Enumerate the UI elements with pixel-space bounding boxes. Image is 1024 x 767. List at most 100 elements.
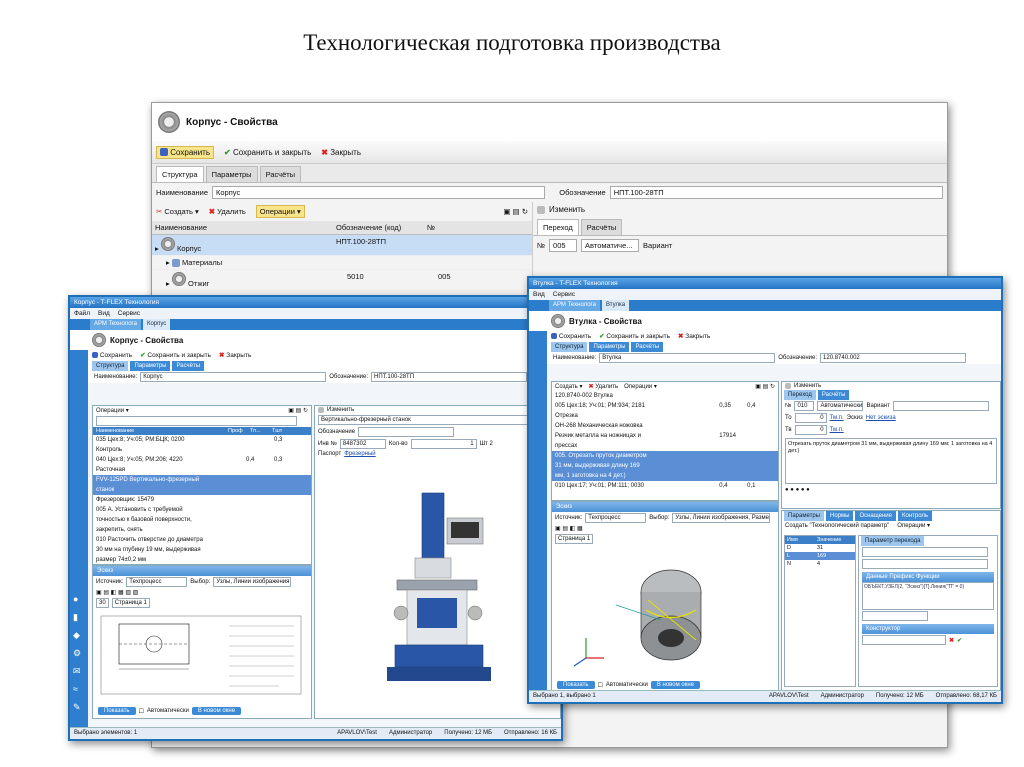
table-row[interactable]: L 169 [785, 552, 855, 560]
tree-row[interactable]: ОН-268 Механическая ножовка [552, 421, 778, 431]
constructor-field[interactable] [862, 635, 946, 645]
close-button[interactable]: ✖ Закрыть [678, 331, 710, 342]
show-button[interactable]: Показать [557, 681, 595, 689]
auto-checkbox[interactable]: ☐ [139, 708, 144, 715]
auto-checkbox[interactable]: ☐ [598, 682, 603, 689]
designation-field[interactable]: НПТ.100-28ТП [609, 186, 943, 199]
tab-control[interactable]: Контроль [897, 511, 933, 521]
formula-field[interactable]: ОБЪЕКТ.УЗЕЛ(2, "Эскиз")[T].Линия("П" = 0… [862, 582, 994, 610]
menu-file[interactable]: Файл [74, 308, 90, 319]
filter-field[interactable] [96, 416, 297, 426]
tab-params[interactable]: Параметры [784, 511, 824, 521]
change-button[interactable]: Изменить [315, 406, 560, 414]
delete-button[interactable]: ✖ Удалить [209, 207, 246, 216]
tool-icons[interactable]: ● ▮ ◆ ⚙ ✉ ≈ ✎ [73, 590, 81, 716]
operations-button[interactable]: Операции ▾ [255, 205, 305, 218]
tool-icons[interactable]: ▣ ▤ ↻ [503, 207, 528, 216]
tab-step-param[interactable]: Параметр перехода [861, 536, 925, 546]
format-toolbar[interactable]: ● ● ● ● ● [782, 486, 1000, 494]
name-field[interactable]: Корпус [212, 186, 546, 199]
save-button[interactable]: Сохранить [551, 331, 591, 342]
mode-select[interactable]: Автоматически [817, 401, 864, 411]
tab-step-calc[interactable]: Расчёты [580, 219, 623, 235]
create-button[interactable]: ✂ Создать ▾ [156, 207, 199, 216]
tab-structure[interactable]: Структура [92, 361, 129, 371]
tree-row[interactable]: 005 А. Установить с требуемой [93, 505, 311, 515]
tree-row[interactable]: 005. Отрезать пруток диаметром [552, 451, 778, 461]
tab-document[interactable]: Корпус [142, 319, 171, 330]
tab-parameters[interactable]: Параметры [205, 166, 258, 182]
variant-field[interactable] [892, 401, 989, 411]
formula-input[interactable] [862, 611, 928, 621]
name-field[interactable]: Корпус [140, 372, 327, 382]
name-field[interactable]: Втулка [599, 353, 776, 363]
to-field[interactable]: 0 [794, 413, 827, 423]
param-value-field[interactable] [862, 559, 988, 569]
menu-view[interactable]: Вид [533, 289, 545, 300]
tv-field[interactable]: 0 [794, 425, 827, 435]
tab-calculations[interactable]: Расчёты [631, 342, 664, 352]
tree-row[interactable]: Резчик металла на ножницах и 17914 [552, 431, 778, 441]
sketch-link[interactable]: Нет эскиза [866, 415, 896, 421]
designation-field-eq[interactable] [358, 427, 455, 437]
tab-step[interactable]: Переход [784, 390, 816, 400]
change-button[interactable]: Изменить [782, 382, 1000, 390]
tree-row[interactable]: 005 Цех:18; Уч:01; РМ:934; 2181 0,35 0,4 [552, 401, 778, 411]
save-close-button[interactable]: ✔ Сохранить и закрыть [599, 331, 670, 342]
tree-row[interactable]: станок [93, 485, 311, 495]
close-icon[interactable]: ✖ [949, 637, 954, 644]
tree-row[interactable]: 30 мм на глубину 19 мм, выдерживая [93, 545, 311, 555]
tab-structure[interactable]: Структура [156, 166, 204, 182]
sketch-toolbar[interactable]: ▣ ▤ ◧ ▦ ▧ ▨ [93, 588, 311, 597]
change-button[interactable]: Изменить [533, 202, 947, 217]
tree-row[interactable]: прессах [552, 441, 778, 451]
col-name[interactable]: Наименование [152, 221, 333, 234]
table-row[interactable]: ▸ Корпус НПТ.100-28ТП [152, 235, 532, 256]
show-button[interactable]: Показать [98, 707, 136, 715]
tree-row[interactable]: Контроль [93, 445, 311, 455]
new-window-button[interactable]: В новом окне [191, 707, 242, 715]
table-row[interactable]: ▸ Материалы [152, 256, 532, 271]
designation-field[interactable]: НПТ.100-28ТП [371, 372, 528, 382]
save-button[interactable]: Сохранить [92, 350, 132, 361]
tab-workbench[interactable]: АРМ Технолога [549, 300, 600, 311]
source-select[interactable]: Техпроцесс [126, 577, 188, 587]
menu-service[interactable]: Сервис [553, 289, 575, 300]
tab-parameters[interactable]: Параметры [589, 342, 630, 352]
checkmark-icon[interactable]: ✔ [957, 637, 962, 644]
col-code[interactable]: Обозначение (код) [333, 221, 424, 234]
mode-select[interactable]: Автоматиче... [581, 239, 640, 252]
tree-row[interactable]: 010 Цех:17; Уч:01; РМ:111; 0030 0,4 0,1 [552, 481, 778, 491]
tree-row[interactable]: 035 Цех:8; Уч:05; РМ:БЦК; 0200 0,3 [93, 435, 311, 445]
step-num-field[interactable]: 010 [794, 401, 815, 411]
close-button[interactable]: ✖ Закрыть [219, 350, 251, 361]
select-dropdown[interactable]: Узлы, Линии изображения, [213, 577, 292, 587]
tool-icons[interactable]: ▣ ▤ ↻ [288, 407, 308, 414]
source-select[interactable]: Техпроцесс [585, 513, 647, 523]
tree-row[interactable]: точностью к базовой поверхности, [93, 515, 311, 525]
new-window-button[interactable]: В новом окне [650, 681, 701, 689]
page-tab[interactable]: Страница 1 [111, 598, 150, 608]
tree-row[interactable]: FVV-125PD Вертикально-фрезерный [93, 475, 311, 485]
tree-row[interactable]: 010 Расточить отверстие до диаметра [93, 535, 311, 545]
sketch-toolbar[interactable]: ▣ ▤ ◧ ▦ [552, 524, 778, 533]
tab-calculations[interactable]: Расчёты [172, 361, 205, 371]
create-button[interactable]: Создать ▾ [555, 383, 583, 390]
inventory-field[interactable]: 8487302 [339, 439, 386, 449]
tree-row[interactable]: мм, 1 заготовка на 4 дет.) [552, 471, 778, 481]
tab-equipment[interactable]: Оснащение [855, 511, 896, 521]
save-close-button[interactable]: ✔ Сохранить и закрыть [224, 148, 311, 157]
step-description[interactable]: Отрезать пруток диаметром 31 мм, выдержи… [785, 438, 997, 484]
operations-button[interactable]: Операции ▾ [624, 383, 657, 390]
quantity-field[interactable]: 1 [410, 439, 477, 449]
step-num-field[interactable]: 005 [549, 239, 578, 252]
save-button[interactable]: Сохранить [156, 145, 214, 159]
create-param-button[interactable]: Создать "Технологический параметр" [785, 523, 889, 529]
tab-step[interactable]: Переход [537, 219, 579, 235]
table-row[interactable]: D 31 [785, 544, 855, 552]
tree-row[interactable]: Расточная [93, 465, 311, 475]
page-tab[interactable]: Страница 1 [555, 534, 594, 544]
tab-structure[interactable]: Структура [551, 342, 588, 352]
designation-field[interactable]: 120.8740.002 [820, 353, 967, 363]
tab-workbench[interactable]: АРМ Технолога [90, 319, 141, 330]
